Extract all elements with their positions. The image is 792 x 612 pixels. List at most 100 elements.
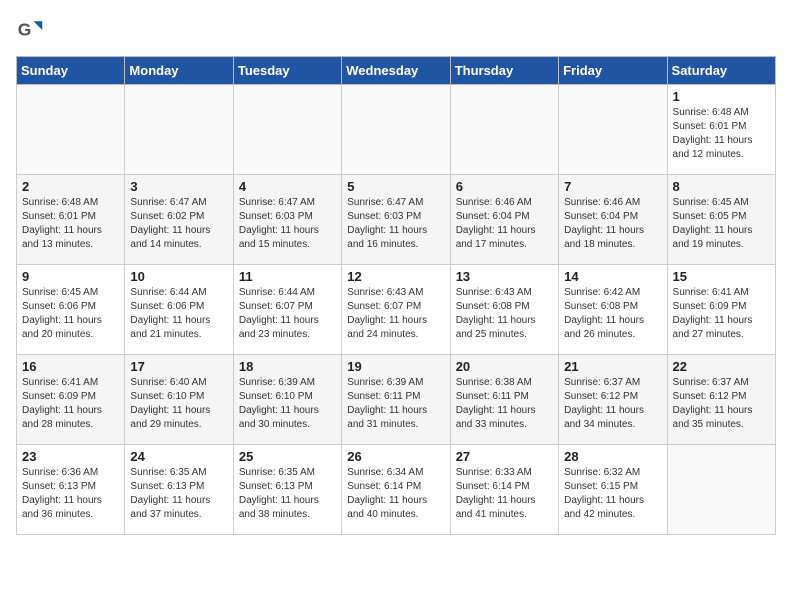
- calendar-cell: 22Sunrise: 6:37 AM Sunset: 6:12 PM Dayli…: [667, 355, 775, 445]
- calendar-cell: 24Sunrise: 6:35 AM Sunset: 6:13 PM Dayli…: [125, 445, 233, 535]
- day-number: 24: [130, 449, 227, 464]
- calendar-cell: 20Sunrise: 6:38 AM Sunset: 6:11 PM Dayli…: [450, 355, 558, 445]
- week-row-3: 16 Sunrise: 6:41 AM Sunset: 6:09 PM Dayli…: [17, 355, 776, 445]
- weekday-sunday: Sunday: [17, 57, 125, 85]
- day-info: Sunrise: 6:43 AM Sunset: 6:08 PM Dayligh…: [456, 286, 553, 342]
- day-number: 21: [564, 359, 661, 374]
- week-row-1: 2 Sunrise: 6:48 AM Sunset: 6:01 PM Daylig…: [17, 175, 776, 265]
- day-info: Sunrise: 6:39 AM Sunset: 6:11 PM Dayligh…: [347, 376, 444, 432]
- day-number: 12: [347, 269, 444, 284]
- calendar-cell: 6 Sunrise: 6:46 AM Sunset: 6:04 PM Daylig…: [450, 175, 558, 265]
- day-info: Sunrise: 6:44 AM Sunset: 6:07 PM Dayligh…: [239, 286, 336, 342]
- day-number: 6: [456, 179, 553, 194]
- day-number: 28: [564, 449, 661, 464]
- day-number: 26: [347, 449, 444, 464]
- calendar-cell: [342, 85, 450, 175]
- weekday-row: SundayMondayTuesdayWednesdayThursdayFrid…: [17, 57, 776, 85]
- day-info: Sunrise: 6:34 AM Sunset: 6:14 PM Dayligh…: [347, 466, 444, 522]
- day-info: Sunrise: 6:41 AM Sunset: 6:09 PM Dayligh…: [22, 376, 119, 432]
- day-info: Sunrise: 6:41 AM Sunset: 6:09 PM Dayligh…: [673, 286, 770, 342]
- calendar-cell: 27Sunrise: 6:33 AM Sunset: 6:14 PM Dayli…: [450, 445, 558, 535]
- day-info: Sunrise: 6:36 AM Sunset: 6:13 PM Dayligh…: [22, 466, 119, 522]
- calendar-cell: 15 Sunrise: 6:41 AM Sunset: 6:09 PM Dayli…: [667, 265, 775, 355]
- calendar-cell: 19 Sunrise: 6:39 AM Sunset: 6:11 PM Dayli…: [342, 355, 450, 445]
- calendar-cell: 17Sunrise: 6:40 AM Sunset: 6:10 PM Dayli…: [125, 355, 233, 445]
- day-info: Sunrise: 6:42 AM Sunset: 6:08 PM Dayligh…: [564, 286, 661, 342]
- day-number: 19: [347, 359, 444, 374]
- calendar-header: SundayMondayTuesdayWednesdayThursdayFrid…: [17, 57, 776, 85]
- calendar-cell: 1Sunrise: 6:48 AM Sunset: 6:01 PM Daylig…: [667, 85, 775, 175]
- day-info: Sunrise: 6:35 AM Sunset: 6:13 PM Dayligh…: [239, 466, 336, 522]
- day-info: Sunrise: 6:46 AM Sunset: 6:04 PM Dayligh…: [456, 196, 553, 252]
- day-info: Sunrise: 6:45 AM Sunset: 6:06 PM Dayligh…: [22, 286, 119, 342]
- calendar-table: SundayMondayTuesdayWednesdayThursdayFrid…: [16, 56, 776, 535]
- logo: G: [16, 16, 46, 44]
- day-number: 13: [456, 269, 553, 284]
- day-number: 11: [239, 269, 336, 284]
- calendar-cell: 14 Sunrise: 6:42 AM Sunset: 6:08 PM Dayli…: [559, 265, 667, 355]
- weekday-friday: Friday: [559, 57, 667, 85]
- day-info: Sunrise: 6:47 AM Sunset: 6:03 PM Dayligh…: [347, 196, 444, 252]
- calendar-cell: [233, 85, 341, 175]
- day-number: 27: [456, 449, 553, 464]
- calendar-body: 1Sunrise: 6:48 AM Sunset: 6:01 PM Daylig…: [17, 85, 776, 535]
- day-number: 23: [22, 449, 119, 464]
- weekday-monday: Monday: [125, 57, 233, 85]
- calendar-cell: 26 Sunrise: 6:34 AM Sunset: 6:14 PM Dayli…: [342, 445, 450, 535]
- calendar-cell: 23 Sunrise: 6:36 AM Sunset: 6:13 PM Dayli…: [17, 445, 125, 535]
- day-number: 8: [673, 179, 770, 194]
- weekday-thursday: Thursday: [450, 57, 558, 85]
- day-info: Sunrise: 6:37 AM Sunset: 6:12 PM Dayligh…: [564, 376, 661, 432]
- weekday-tuesday: Tuesday: [233, 57, 341, 85]
- calendar-cell: 5 Sunrise: 6:47 AM Sunset: 6:03 PM Daylig…: [342, 175, 450, 265]
- weekday-saturday: Saturday: [667, 57, 775, 85]
- day-number: 25: [239, 449, 336, 464]
- calendar-cell: 11 Sunrise: 6:44 AM Sunset: 6:07 PM Dayli…: [233, 265, 341, 355]
- calendar-cell: 8 Sunrise: 6:45 AM Sunset: 6:05 PM Daylig…: [667, 175, 775, 265]
- day-number: 3: [130, 179, 227, 194]
- day-number: 2: [22, 179, 119, 194]
- calendar-cell: 9 Sunrise: 6:45 AM Sunset: 6:06 PM Daylig…: [17, 265, 125, 355]
- day-number: 22: [673, 359, 770, 374]
- calendar-cell: 16 Sunrise: 6:41 AM Sunset: 6:09 PM Dayli…: [17, 355, 125, 445]
- day-info: Sunrise: 6:47 AM Sunset: 6:02 PM Dayligh…: [130, 196, 227, 252]
- day-info: Sunrise: 6:44 AM Sunset: 6:06 PM Dayligh…: [130, 286, 227, 342]
- day-info: Sunrise: 6:39 AM Sunset: 6:10 PM Dayligh…: [239, 376, 336, 432]
- calendar-cell: [559, 85, 667, 175]
- week-row-0: 1Sunrise: 6:48 AM Sunset: 6:01 PM Daylig…: [17, 85, 776, 175]
- day-info: Sunrise: 6:40 AM Sunset: 6:10 PM Dayligh…: [130, 376, 227, 432]
- calendar-cell: 2 Sunrise: 6:48 AM Sunset: 6:01 PM Daylig…: [17, 175, 125, 265]
- day-info: Sunrise: 6:32 AM Sunset: 6:15 PM Dayligh…: [564, 466, 661, 522]
- logo-icon: G: [16, 16, 44, 44]
- day-number: 9: [22, 269, 119, 284]
- day-info: Sunrise: 6:48 AM Sunset: 6:01 PM Dayligh…: [673, 106, 770, 162]
- day-number: 5: [347, 179, 444, 194]
- calendar-cell: 12 Sunrise: 6:43 AM Sunset: 6:07 PM Dayli…: [342, 265, 450, 355]
- day-info: Sunrise: 6:46 AM Sunset: 6:04 PM Dayligh…: [564, 196, 661, 252]
- day-number: 14: [564, 269, 661, 284]
- day-info: Sunrise: 6:45 AM Sunset: 6:05 PM Dayligh…: [673, 196, 770, 252]
- day-info: Sunrise: 6:48 AM Sunset: 6:01 PM Dayligh…: [22, 196, 119, 252]
- day-number: 15: [673, 269, 770, 284]
- day-number: 7: [564, 179, 661, 194]
- page-header: G: [16, 16, 776, 44]
- week-row-2: 9 Sunrise: 6:45 AM Sunset: 6:06 PM Daylig…: [17, 265, 776, 355]
- calendar-cell: 13 Sunrise: 6:43 AM Sunset: 6:08 PM Dayli…: [450, 265, 558, 355]
- svg-text:G: G: [18, 19, 32, 39]
- calendar-cell: [125, 85, 233, 175]
- week-row-4: 23 Sunrise: 6:36 AM Sunset: 6:13 PM Dayli…: [17, 445, 776, 535]
- calendar-cell: 25 Sunrise: 6:35 AM Sunset: 6:13 PM Dayli…: [233, 445, 341, 535]
- day-number: 16: [22, 359, 119, 374]
- calendar-cell: [17, 85, 125, 175]
- calendar-cell: [450, 85, 558, 175]
- calendar-cell: 3 Sunrise: 6:47 AM Sunset: 6:02 PM Daylig…: [125, 175, 233, 265]
- day-info: Sunrise: 6:38 AM Sunset: 6:11 PM Dayligh…: [456, 376, 553, 432]
- day-info: Sunrise: 6:43 AM Sunset: 6:07 PM Dayligh…: [347, 286, 444, 342]
- day-info: Sunrise: 6:47 AM Sunset: 6:03 PM Dayligh…: [239, 196, 336, 252]
- weekday-wednesday: Wednesday: [342, 57, 450, 85]
- day-number: 18: [239, 359, 336, 374]
- calendar-cell: 4Sunrise: 6:47 AM Sunset: 6:03 PM Daylig…: [233, 175, 341, 265]
- calendar-cell: 10Sunrise: 6:44 AM Sunset: 6:06 PM Dayli…: [125, 265, 233, 355]
- calendar-cell: 18 Sunrise: 6:39 AM Sunset: 6:10 PM Dayli…: [233, 355, 341, 445]
- calendar-cell: 28 Sunrise: 6:32 AM Sunset: 6:15 PM Dayli…: [559, 445, 667, 535]
